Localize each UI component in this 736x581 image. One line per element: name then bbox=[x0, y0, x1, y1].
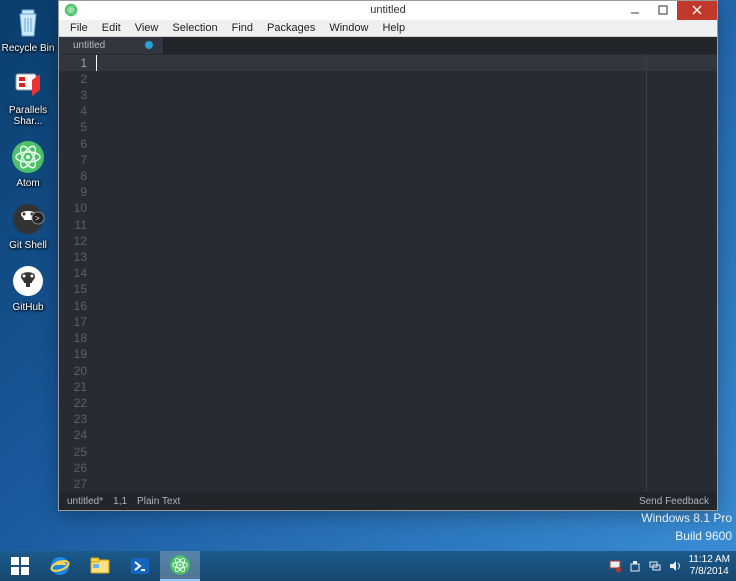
line-number[interactable]: 14 bbox=[59, 265, 94, 281]
tray-power-icon[interactable] bbox=[628, 559, 642, 573]
line-number[interactable]: 15 bbox=[59, 281, 94, 297]
desktop-icons: Recycle Bin Parallels Shar... Atom > Git… bbox=[0, 0, 58, 323]
line-number[interactable]: 20 bbox=[59, 363, 94, 379]
gutter: 1234567891011121314151617181920212223242… bbox=[59, 54, 94, 492]
text-cursor bbox=[96, 55, 97, 71]
desktop-icon-parallels[interactable]: Parallels Shar... bbox=[0, 64, 56, 127]
current-line-highlight bbox=[94, 55, 717, 71]
line-number[interactable]: 26 bbox=[59, 460, 94, 476]
desktop-icon-recycle-bin[interactable]: Recycle Bin bbox=[0, 2, 56, 54]
parallels-icon bbox=[8, 64, 48, 104]
line-number[interactable]: 10 bbox=[59, 200, 94, 216]
taskbar-ie[interactable] bbox=[40, 551, 80, 581]
menu-packages[interactable]: Packages bbox=[260, 22, 322, 34]
menu-help[interactable]: Help bbox=[375, 22, 412, 34]
taskbar-explorer[interactable] bbox=[80, 551, 120, 581]
taskbar-clock[interactable]: 11:12 AM 7/8/2014 bbox=[688, 554, 730, 578]
line-number[interactable]: 2 bbox=[59, 71, 94, 87]
desktop-icon-github[interactable]: GitHub bbox=[0, 261, 56, 313]
github-icon bbox=[8, 261, 48, 301]
menu-window[interactable]: Window bbox=[322, 22, 375, 34]
atom-app-icon bbox=[8, 137, 48, 177]
tab-bar: untitled bbox=[59, 37, 717, 54]
windows-watermark: Windows 8.1 Pro Build 9600 bbox=[641, 509, 732, 545]
taskbar-powershell[interactable] bbox=[120, 551, 160, 581]
menu-edit[interactable]: Edit bbox=[95, 22, 128, 34]
line-number[interactable]: 1 bbox=[59, 55, 94, 71]
line-number[interactable]: 3 bbox=[59, 87, 94, 103]
tray-network-icon[interactable] bbox=[648, 559, 662, 573]
clock-time: 11:12 AM bbox=[688, 554, 730, 566]
line-number[interactable]: 4 bbox=[59, 103, 94, 119]
line-number[interactable]: 8 bbox=[59, 168, 94, 184]
editor[interactable]: 1234567891011121314151617181920212223242… bbox=[59, 54, 717, 492]
tab-modified-indicator-icon[interactable] bbox=[145, 41, 153, 49]
status-grammar[interactable]: Plain Text bbox=[137, 496, 180, 507]
tab-label: untitled bbox=[73, 40, 105, 51]
menu-file[interactable]: File bbox=[63, 22, 95, 34]
maximize-button[interactable] bbox=[649, 1, 677, 20]
watermark-line2: Build 9600 bbox=[641, 527, 732, 545]
desktop-icon-gitshell[interactable]: > Git Shell bbox=[0, 199, 56, 251]
line-number[interactable]: 16 bbox=[59, 298, 94, 314]
tray-volume-icon[interactable] bbox=[668, 559, 682, 573]
line-number[interactable]: 27 bbox=[59, 476, 94, 492]
line-number[interactable]: 19 bbox=[59, 346, 94, 362]
desktop-icon-label: Atom bbox=[16, 178, 39, 189]
minimize-button[interactable] bbox=[621, 1, 649, 20]
desktop-icon-label: Recycle Bin bbox=[2, 43, 55, 54]
start-button[interactable] bbox=[0, 551, 40, 581]
menu-find[interactable]: Find bbox=[225, 22, 260, 34]
desktop-icon-label: GitHub bbox=[12, 302, 43, 313]
line-number[interactable]: 17 bbox=[59, 314, 94, 330]
line-number[interactable]: 18 bbox=[59, 330, 94, 346]
status-file[interactable]: untitled* bbox=[67, 496, 103, 507]
menu-selection[interactable]: Selection bbox=[165, 22, 224, 34]
atom-window: untitled File Edit View Selection Find P… bbox=[58, 0, 718, 511]
desktop-icon-label: Git Shell bbox=[9, 240, 47, 251]
tab-untitled[interactable]: untitled bbox=[59, 37, 164, 54]
line-number[interactable]: 22 bbox=[59, 395, 94, 411]
line-number[interactable]: 23 bbox=[59, 411, 94, 427]
status-feedback[interactable]: Send Feedback bbox=[639, 496, 709, 507]
code-area[interactable] bbox=[94, 54, 717, 492]
menubar: File Edit View Selection Find Packages W… bbox=[59, 20, 717, 37]
line-number[interactable]: 5 bbox=[59, 119, 94, 135]
line-number[interactable]: 11 bbox=[59, 217, 94, 233]
svg-text:>: > bbox=[35, 214, 40, 223]
tray-flag-icon[interactable] bbox=[608, 559, 622, 573]
line-number[interactable]: 24 bbox=[59, 427, 94, 443]
taskbar-atom[interactable] bbox=[160, 551, 200, 581]
status-cursor-pos[interactable]: 1,1 bbox=[113, 496, 127, 507]
desktop-icon-label: Parallels Shar... bbox=[0, 105, 56, 127]
watermark-line1: Windows 8.1 Pro bbox=[641, 509, 732, 527]
line-number[interactable]: 7 bbox=[59, 152, 94, 168]
gitshell-icon: > bbox=[8, 199, 48, 239]
titlebar[interactable]: untitled bbox=[59, 1, 717, 20]
window-buttons bbox=[621, 1, 717, 20]
atom-titlebar-icon bbox=[63, 2, 79, 18]
line-number[interactable]: 9 bbox=[59, 184, 94, 200]
clock-date: 7/8/2014 bbox=[688, 566, 730, 578]
menu-view[interactable]: View bbox=[128, 22, 166, 34]
taskbar: 11:12 AM 7/8/2014 bbox=[0, 551, 736, 581]
window-title: untitled bbox=[59, 4, 717, 16]
line-number[interactable]: 12 bbox=[59, 233, 94, 249]
system-tray: 11:12 AM 7/8/2014 bbox=[602, 551, 736, 581]
line-number[interactable]: 25 bbox=[59, 444, 94, 460]
line-number[interactable]: 6 bbox=[59, 136, 94, 152]
wrap-guide bbox=[646, 54, 647, 492]
line-number[interactable]: 13 bbox=[59, 249, 94, 265]
recycle-bin-icon bbox=[8, 2, 48, 42]
line-number[interactable]: 21 bbox=[59, 379, 94, 395]
desktop-icon-atom[interactable]: Atom bbox=[0, 137, 56, 189]
status-bar: untitled* 1,1 Plain Text Send Feedback bbox=[59, 492, 717, 510]
close-button[interactable] bbox=[677, 1, 717, 20]
